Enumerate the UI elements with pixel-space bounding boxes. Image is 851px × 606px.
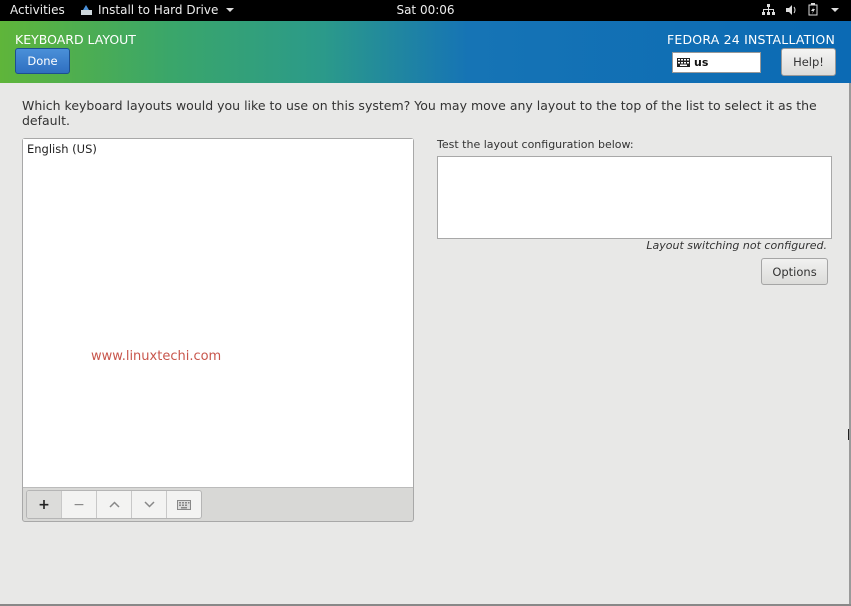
system-menu-chevron-icon <box>831 7 839 12</box>
add-layout-button[interactable]: + <box>27 491 62 518</box>
top-bar: Activities Install to Hard Drive Sat 00:… <box>0 0 851 21</box>
chevron-down-icon <box>143 501 155 508</box>
volume-icon <box>786 4 796 15</box>
layouts-panel: English (US) www.linuxtechi.com + − <box>22 138 414 522</box>
test-layout-label: Test the layout configuration below: <box>437 138 634 151</box>
chevron-up-icon <box>108 501 120 508</box>
clock[interactable]: Sat 00:06 <box>0 3 851 17</box>
test-layout-input[interactable] <box>437 156 832 239</box>
keyboard-icon <box>677 58 690 67</box>
layouts-toolbar: + − <box>26 490 202 519</box>
section-title: KEYBOARD LAYOUT <box>15 32 136 47</box>
move-down-button[interactable] <box>132 491 167 518</box>
instructions-text: Which keyboard layouts would you like to… <box>22 98 817 128</box>
system-tray[interactable] <box>762 3 839 16</box>
help-button[interactable]: Help! <box>781 48 836 76</box>
remove-layout-button[interactable]: − <box>62 491 97 518</box>
network-icon <box>762 3 775 15</box>
spoke-header: KEYBOARD LAYOUT Done FEDORA 24 INSTALLAT… <box>0 21 851 83</box>
keyboard-icon <box>177 499 191 510</box>
list-item[interactable]: English (US) <box>27 142 97 156</box>
preview-layout-button[interactable] <box>167 491 201 518</box>
watermark: www.linuxtechi.com <box>91 349 222 364</box>
done-button[interactable]: Done <box>15 48 70 74</box>
keyboard-layout-indicator[interactable]: us <box>672 52 761 73</box>
move-up-button[interactable] <box>97 491 132 518</box>
layouts-list[interactable]: English (US) www.linuxtechi.com <box>23 139 413 488</box>
product-title: FEDORA 24 INSTALLATION <box>666 32 835 47</box>
battery-icon <box>808 3 818 16</box>
options-button[interactable]: Options <box>761 258 828 285</box>
layout-switching-status: Layout switching not configured. <box>646 239 827 252</box>
keyboard-layout-code: us <box>694 56 709 69</box>
